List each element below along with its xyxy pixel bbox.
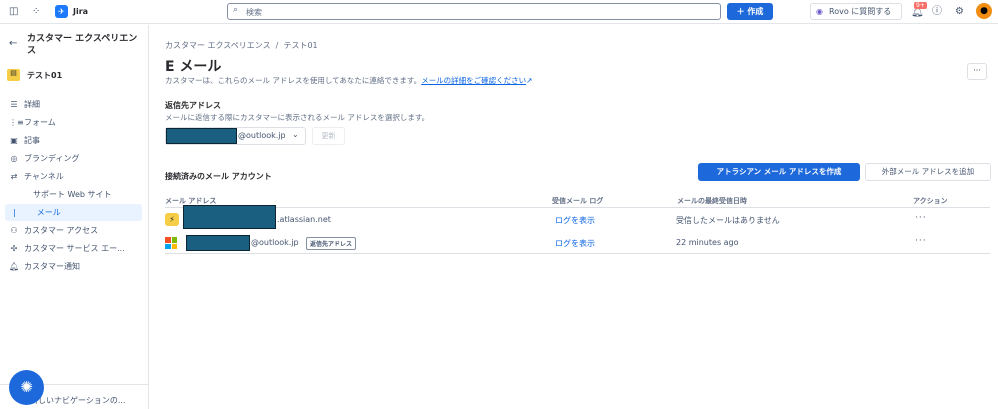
create-atlassian-email-button[interactable]: アトラシアン メール アドレスを作成 bbox=[698, 163, 860, 181]
list-icon: ☰ bbox=[10, 100, 18, 109]
project-name[interactable]: テスト01 bbox=[27, 70, 62, 81]
redacted-email bbox=[166, 128, 237, 144]
sidebar-item-label: カスタマー通知 bbox=[24, 262, 80, 271]
palette-icon: ◎ bbox=[10, 154, 18, 163]
jira-logo-icon: ✈ bbox=[55, 5, 68, 18]
project-icon: ▤ bbox=[7, 69, 20, 81]
update-button[interactable]: 更新 bbox=[312, 127, 345, 145]
row-actions-button[interactable]: ··· bbox=[915, 236, 927, 246]
sidebar-item-customer-access[interactable]: ⚇ カスタマー アクセス bbox=[9, 225, 98, 236]
rovo-icon: ◉ bbox=[816, 7, 823, 16]
row-actions-button[interactable]: ··· bbox=[915, 213, 927, 223]
add-external-email-button[interactable]: 外部メール アドレスを追加 bbox=[865, 163, 991, 181]
page-description: カスタマーは、これらのメール アドレスを使用してあなたに連絡できます。メールの詳… bbox=[165, 75, 532, 86]
article-icon: ▣ bbox=[10, 136, 18, 145]
create-button[interactable]: ＋ 作成 bbox=[727, 3, 773, 20]
reply-address-select[interactable]: @outlook.jp ⌄ bbox=[165, 127, 306, 145]
help-fab-button[interactable]: ✺ bbox=[9, 370, 44, 405]
column-header-last-received: メールの最終受信日時 bbox=[677, 197, 747, 205]
sidebar-item-branding[interactable]: ◎ ブランディング bbox=[9, 153, 80, 164]
sidebar-item-label: ブランディング bbox=[24, 154, 80, 163]
more-actions-button[interactable]: ··· bbox=[967, 63, 987, 80]
search-icon: ⌕ bbox=[233, 5, 239, 15]
email-address: .atlassian.net bbox=[277, 215, 331, 224]
sidebar-item-label: サポート Web サイト bbox=[33, 190, 112, 199]
redacted-email bbox=[186, 235, 250, 251]
back-arrow-icon[interactable]: ← bbox=[9, 38, 17, 49]
external-link-icon: ↗ bbox=[526, 76, 533, 85]
select-value: @outlook.jp bbox=[238, 131, 286, 140]
page-title: E メール bbox=[165, 59, 222, 75]
sidebar-item-channels[interactable]: ⇄ チャンネル bbox=[9, 171, 64, 182]
sidebar-toggle-icon[interactable]: ◫ bbox=[9, 6, 18, 18]
sidebar-item-label: フォーム bbox=[24, 118, 56, 127]
sidebar-item-service-agent[interactable]: ✣ カスタマー サービス エー... bbox=[9, 243, 125, 254]
sidebar-item-support-website[interactable]: サポート Web サイト bbox=[33, 189, 112, 200]
search-placeholder: 検索 bbox=[246, 8, 262, 17]
email-address: @outlook.jp bbox=[251, 238, 299, 247]
sidebar-item-label: チャンネル bbox=[24, 172, 64, 181]
sidebar-item-articles[interactable]: ▣ 記事 bbox=[9, 135, 40, 146]
sidebar-item-email[interactable]: ❘ メール bbox=[5, 204, 142, 221]
sidebar-item-details[interactable]: ☰ 詳細 bbox=[9, 99, 40, 110]
breadcrumb[interactable]: カスタマー エクスペリエンス / テスト01 bbox=[165, 40, 318, 51]
sidebar-item-forms[interactable]: ⋮≡ フォーム bbox=[9, 117, 56, 128]
sidebar-item-label: 詳細 bbox=[24, 100, 40, 109]
view-log-link[interactable]: ログを表示 bbox=[555, 215, 595, 226]
sidebar-item-label: メール bbox=[36, 208, 61, 217]
reply-address-heading: 返信先アドレス bbox=[165, 101, 221, 110]
column-header-actions: アクション bbox=[913, 197, 948, 205]
search-input[interactable]: ⌕ 検索 bbox=[227, 3, 721, 20]
sidebar-item-label: カスタマー サービス エー... bbox=[24, 244, 125, 253]
sparkle-icon: ✣ bbox=[10, 244, 18, 253]
reply-address-badge: 返信先アドレス bbox=[306, 237, 357, 250]
microsoft-icon bbox=[165, 237, 177, 249]
view-log-link[interactable]: ログを表示 bbox=[555, 238, 595, 249]
email-details-link[interactable]: メールの詳細をご確認ください bbox=[421, 76, 526, 85]
sidebar-item-notifications[interactable]: 🔔︎ カスタマー通知 bbox=[9, 261, 80, 272]
redacted-email bbox=[183, 205, 276, 229]
add-person-icon: ⚇ bbox=[10, 226, 18, 235]
sidebar-title: カスタマー エクスペリエンス bbox=[27, 34, 138, 56]
switch-icon: ⇄ bbox=[10, 172, 18, 181]
avatar[interactable]: ● bbox=[976, 3, 992, 19]
selected-indicator: ❘ bbox=[11, 208, 18, 217]
last-received: 22 minutes ago bbox=[676, 238, 739, 247]
sidebar-item-label: 記事 bbox=[24, 136, 40, 145]
last-received: 受信したメールはありません bbox=[676, 216, 780, 225]
rovo-label: Rovo に質問する bbox=[829, 7, 892, 16]
app-name[interactable]: Jira bbox=[73, 7, 88, 16]
rovo-button[interactable]: ◉ Rovo に質問する bbox=[810, 3, 902, 20]
sidebar-item-label: カスタマー アクセス bbox=[24, 226, 99, 235]
app-switcher-icon[interactable]: ⁘ bbox=[32, 6, 40, 18]
bell-icon: 🔔︎ bbox=[9, 262, 20, 271]
reply-address-subtext: メールに返信する際にカスタマーに表示されるメール アドレスを選択します。 bbox=[165, 113, 430, 122]
lightning-icon: ⚡ bbox=[165, 213, 179, 226]
sparkle-icon: ✺ bbox=[20, 378, 33, 396]
column-header-log: 受信メール ログ bbox=[552, 197, 604, 205]
settings-icon[interactable]: ⚙ bbox=[955, 6, 964, 18]
help-icon[interactable]: ⓘ bbox=[932, 6, 942, 18]
description-text: カスタマーは、これらのメール アドレスを使用してあなたに連絡できます。 bbox=[165, 76, 422, 85]
notification-badge: 9+ bbox=[914, 2, 927, 9]
connected-accounts-heading: 接続済みのメール アカウント bbox=[165, 172, 272, 181]
create-label: 作成 bbox=[747, 7, 764, 16]
form-icon: ⋮≡ bbox=[9, 118, 24, 127]
chevron-down-icon: ⌄ bbox=[292, 130, 299, 139]
sidebar: ← カスタマー エクスペリエンス ▤ テスト01 ☰ 詳細 ⋮≡ フォーム ▣ 記事 … bbox=[0, 25, 149, 409]
new-navigation-link[interactable]: 新しいナビゲーションの... bbox=[30, 395, 140, 406]
top-bar: ◫ ⁘ ✈ Jira ⌕ 検索 ＋ 作成 ◉ Rovo に質問する 🔔︎ 9+ ⓘ … bbox=[0, 0, 998, 24]
